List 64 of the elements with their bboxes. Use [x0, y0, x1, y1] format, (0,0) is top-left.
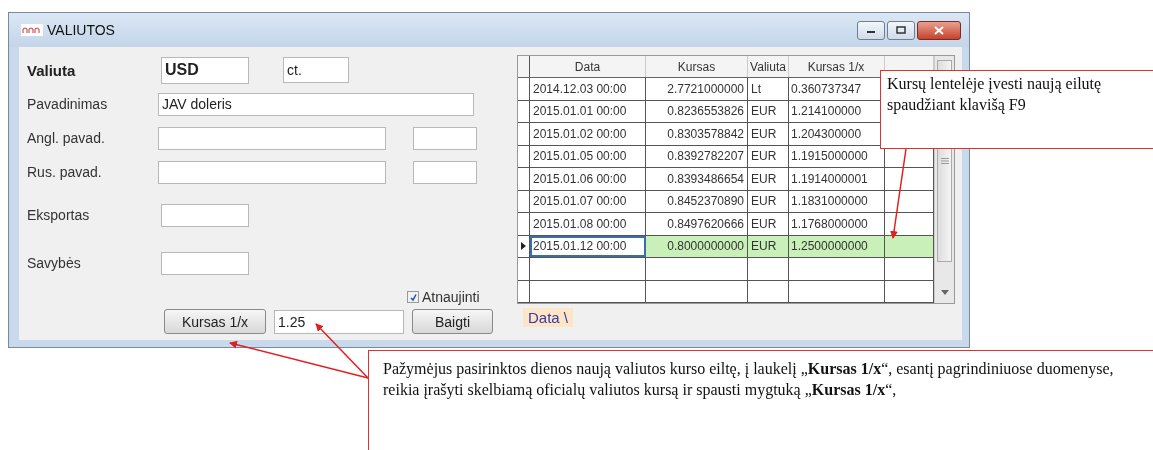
table-cell[interactable]: 0.8393486654 — [646, 168, 748, 190]
window-title: VALIUTOS — [47, 22, 115, 38]
close-icon — [934, 25, 944, 35]
table-cell[interactable]: 2015.01.05 00:00 — [530, 145, 646, 167]
checkbox[interactable] — [407, 291, 419, 303]
field-label: Pavadinimas — [27, 96, 109, 112]
text-field[interactable] — [158, 126, 386, 150]
callout-note: Pažymėjus pasirinktos dienos naują valiutos kurso eiltę, į laukelį „Kursas 1/x“, esantį pagrindiniuose duomenyse, reikia įrašyti skelbiamą oficialų valiutos kursą ir spausti mygtuką „Kursas 1/x“, — [368, 350, 1153, 450]
app-logo-icon — [21, 24, 43, 36]
text-field[interactable]: JAV doleris — [158, 92, 474, 116]
scroll-down-icon — [940, 290, 949, 295]
table-cell[interactable]: EUR — [748, 213, 789, 235]
table-cell[interactable]: EUR — [748, 145, 789, 167]
table-cell[interactable]: 1.1914000001 — [789, 168, 885, 190]
field-label: Eksportas — [27, 207, 91, 223]
table-cell[interactable]: 0.8236553826 — [646, 100, 748, 122]
table-cell[interactable]: EUR — [748, 100, 789, 122]
checkbox-label: Atnaujinti — [422, 289, 480, 305]
column-header[interactable]: Kursas — [646, 56, 748, 77]
note-tooltip: Kursų lentelėje įvesti naują eilutę spaudžiant klavišą F9 — [880, 70, 1153, 149]
table-cell[interactable]: 2015.01.01 00:00 — [530, 100, 646, 122]
table-cell[interactable]: 0.8497620666 — [646, 213, 748, 235]
table-cell[interactable]: 0.8392782207 — [646, 145, 748, 167]
grip-icon — [940, 157, 949, 165]
table-cell[interactable]: EUR — [748, 168, 789, 190]
field-label: Angl. pavad. — [27, 130, 106, 146]
table-cell[interactable]: 2015.01.07 00:00 — [530, 190, 646, 212]
column-header[interactable]: Valiuta — [748, 56, 789, 77]
text-field[interactable] — [413, 160, 477, 184]
close-button[interactable] — [917, 20, 961, 40]
column-header[interactable]: Data — [530, 56, 646, 77]
table-cell[interactable]: 0.8303578842 — [646, 123, 748, 145]
table-cell[interactable]: 2015.01.02 00:00 — [530, 123, 646, 145]
row-header-cell[interactable] — [518, 235, 530, 257]
table-cell[interactable]: 2015.01.12 00:00 — [530, 235, 646, 257]
field-label: Valiuta — [27, 61, 77, 79]
table-cell[interactable]: 2014.12.03 00:00 — [530, 78, 646, 100]
table-cell[interactable]: 1.2500000000 — [789, 235, 885, 257]
table-cell[interactable]: EUR — [748, 190, 789, 212]
text-field[interactable] — [161, 203, 249, 227]
text-field[interactable] — [413, 126, 477, 150]
rate-button[interactable]: Kursas 1/x — [164, 309, 266, 334]
maximize-icon — [896, 26, 906, 34]
sheet-tab[interactable]: Data \ — [523, 308, 574, 327]
table-cell[interactable]: 0.8452370890 — [646, 190, 748, 212]
maximize-button[interactable] — [887, 20, 915, 40]
table-cell[interactable]: EUR — [748, 123, 789, 145]
table-cell[interactable]: 2015.01.06 00:00 — [530, 168, 646, 190]
table-cell[interactable]: 0.8000000000 — [646, 235, 748, 257]
table-cell[interactable]: EUR — [748, 235, 789, 257]
table-cell[interactable]: 2.7721000000 — [646, 78, 748, 100]
unit-field[interactable]: ct. — [283, 57, 349, 83]
field-label: Savybės — [27, 255, 82, 271]
table-cell[interactable]: 1.1768000000 — [789, 213, 885, 235]
table-cell[interactable]: 1.1831000000 — [789, 190, 885, 212]
table-cell[interactable]: Lt — [748, 78, 789, 100]
currency-code-field[interactable]: USD — [161, 56, 249, 84]
field-label: Rus. pavad. — [27, 164, 103, 180]
text-field[interactable] — [161, 251, 249, 275]
minimize-button[interactable] — [857, 20, 885, 40]
text-field[interactable] — [158, 160, 386, 184]
rate-field[interactable]: 1.25 — [274, 309, 404, 334]
table-cell[interactable]: 2015.01.08 00:00 — [530, 213, 646, 235]
finish-button[interactable]: Baigti — [412, 309, 493, 334]
